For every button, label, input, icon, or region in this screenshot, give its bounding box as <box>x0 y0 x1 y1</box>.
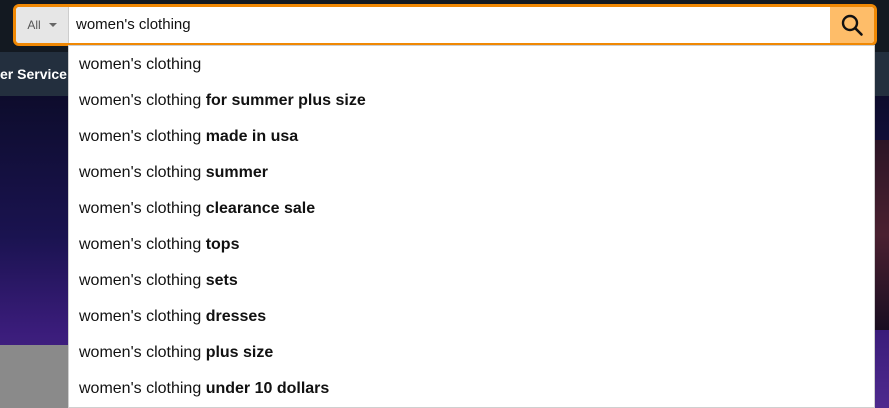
search-input[interactable]: women's clothing <box>76 7 191 43</box>
suggestion-prefix: women's clothing <box>79 272 202 289</box>
suggestion-suffix: made in usa <box>205 128 299 145</box>
suggestion-item[interactable]: women's clothing made in usa <box>79 119 298 155</box>
suggestion-suffix: summer <box>205 164 268 181</box>
suggestion-suffix: plus size <box>205 344 274 361</box>
suggestion-prefix: women's clothing <box>79 56 202 73</box>
chevron-down-icon <box>48 23 57 27</box>
suggestion-item[interactable]: women's clothing sets <box>79 263 238 299</box>
suggestion-prefix: women's clothing <box>79 164 202 181</box>
suggestion-suffix: tops <box>205 236 240 253</box>
suggestion-item[interactable]: women's clothing for summer plus size <box>79 83 366 119</box>
search-submit-button[interactable] <box>830 7 874 43</box>
suggestion-prefix: women's clothing <box>79 92 202 109</box>
search-suggestions-dropdown: women's clothing women's clothing for su… <box>68 45 875 408</box>
suggestion-item[interactable]: women's clothing dresses <box>79 299 266 335</box>
suggestion-prefix: women's clothing <box>79 308 202 325</box>
suggestion-suffix: under 10 dollars <box>205 380 330 397</box>
suggestion-prefix: women's clothing <box>79 236 202 253</box>
nav-customer-service-link[interactable]: er Service <box>0 52 67 96</box>
suggestion-prefix: women's clothing <box>79 380 202 397</box>
suggestion-item[interactable]: women's clothing <box>79 47 201 83</box>
suggestion-item[interactable]: women's clothing tops <box>79 227 239 263</box>
suggestion-item[interactable]: women's clothing summer <box>79 155 268 191</box>
suggestion-item[interactable]: women's clothing plus size <box>79 335 273 371</box>
banner-image-fragment <box>874 140 889 330</box>
suggestion-suffix: clearance sale <box>205 200 316 217</box>
suggestion-prefix: women's clothing <box>79 200 202 217</box>
search-icon <box>841 14 863 36</box>
search-bar: All women's clothing <box>13 4 877 46</box>
suggestion-suffix: for summer plus size <box>205 92 366 109</box>
banner-fragment <box>0 345 70 408</box>
search-scope-dropdown[interactable]: All <box>16 7 69 43</box>
suggestion-item[interactable]: women's clothing under 10 dollars <box>79 371 329 407</box>
suggestion-suffix: sets <box>205 272 238 289</box>
suggestion-item[interactable]: women's clothing clearance sale <box>79 191 315 227</box>
search-scope-label: All <box>27 18 41 32</box>
suggestion-prefix: women's clothing <box>79 128 202 145</box>
suggestion-prefix: women's clothing <box>79 344 202 361</box>
suggestion-suffix: dresses <box>205 308 267 325</box>
